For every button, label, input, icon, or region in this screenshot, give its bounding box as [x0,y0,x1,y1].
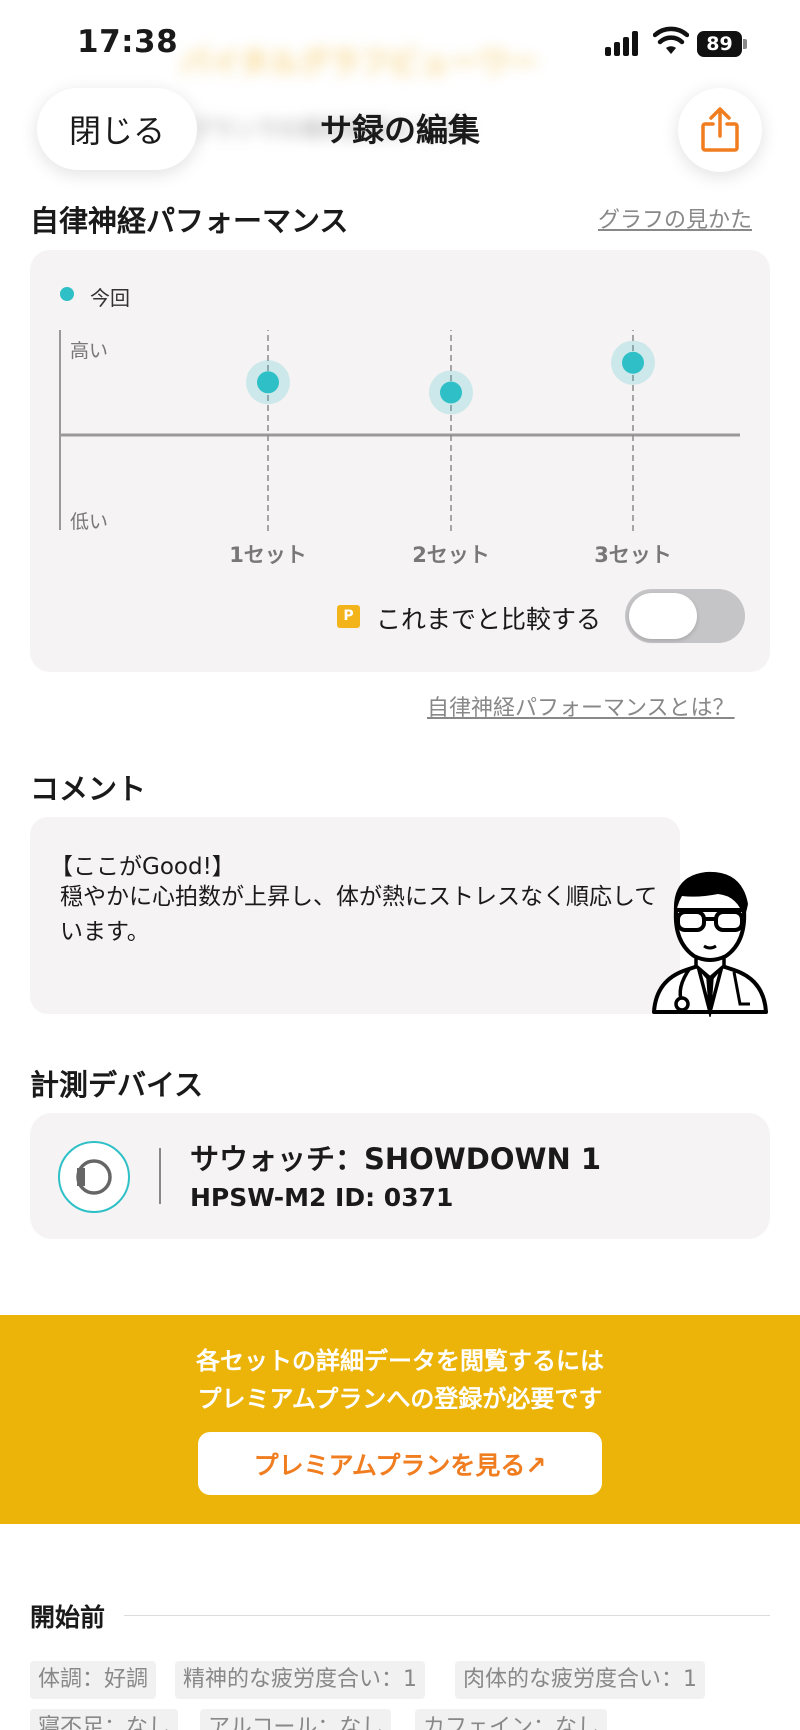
legend-label: 今回 [90,286,130,310]
cellular-signal-icon [605,30,643,56]
comment-title: コメント [30,772,147,806]
toggle-knob [629,593,697,639]
premium-banner: 各セットの詳細データを閲覧するには プレミアムプランへの登録が必要です プレミア… [0,1315,800,1524]
device-name: サウォッチ：SHOWDOWN 1 [190,1142,602,1176]
data-point [440,381,462,404]
device-title: 計測デバイス [30,1068,204,1102]
data-point [257,371,279,394]
share-icon [701,107,739,152]
watch-icon [58,1141,130,1213]
x-tick-label: 1セット [229,543,307,567]
before-start-title: 開始前 [30,1603,106,1632]
premium-badge: P [337,605,360,628]
graph-guide-link[interactable]: グラフの見かた [598,202,752,234]
performance-chart: 高い低い 1セット 2セット 3セット [59,330,740,567]
share-button[interactable] [678,88,762,172]
comment-heading: 【ここがGood!】 [50,854,235,880]
x-tick-label: 3セット [594,543,672,567]
battery-level: 89 [697,31,742,57]
premium-message-line2: プレミアムプランへの登録が必要です [197,1385,603,1413]
page-title: サ録の編集 [319,111,480,149]
device-card[interactable]: サウォッチ：SHOWDOWN 1 HPSW-M2 ID: 0371 [30,1113,770,1239]
condition-tag: 体調：好調 [30,1661,157,1699]
about-performance-link[interactable]: 自律神経パフォーマンスとは？ [427,690,735,722]
doctor-avatar-icon [652,871,768,1017]
legend-marker [60,287,74,301]
performance-title: 自律神経パフォーマンス [30,204,349,238]
comment-card: 【ここがGood!】 穏やかに心拍数が上昇し、体が熱にストレスなく順応しています… [30,817,680,1014]
background-title: バイタルグラフビューワー [180,46,539,81]
condition-tag: 精神的な疲労度合い：1 [175,1661,425,1699]
device-model: HPSW-M2 ID: 0371 [190,1183,454,1212]
y-label-low: 低い [70,511,108,533]
condition-tag: 寝不足：なし [30,1709,179,1730]
premium-message-line1: 各セットの詳細データを閲覧するには [196,1347,604,1375]
premium-message: 各セットの詳細データを閲覧するには プレミアムプランへの登録が必要です [0,1342,800,1418]
section-divider [124,1615,770,1616]
comment-body: 穏やかに心拍数が上昇し、体が熱にストレスなく順応しています。 [60,884,658,945]
top-bar: バイタルグラフビューワー プランでの保存期限は 30日 17:38 89 閉じる… [0,0,800,195]
compare-label: これまでと比較する [376,605,602,634]
close-button[interactable]: 閉じる [37,88,197,170]
wifi-icon [653,26,689,54]
condition-tag: 肉体的な疲労度合い：1 [455,1661,705,1699]
x-tick-label: 2セット [412,543,490,567]
status-time: 17:38 [77,24,179,60]
condition-tag: カフェイン：なし [415,1709,608,1730]
device-divider [159,1148,161,1204]
y-label-high: 高い [70,340,108,362]
view-premium-button[interactable]: プレミアムプランを見る↗ [198,1432,602,1495]
battery-icon: 89 [697,31,747,57]
condition-tag: アルコール：なし [200,1709,392,1730]
data-point [622,351,644,374]
compare-toggle[interactable] [625,589,745,643]
